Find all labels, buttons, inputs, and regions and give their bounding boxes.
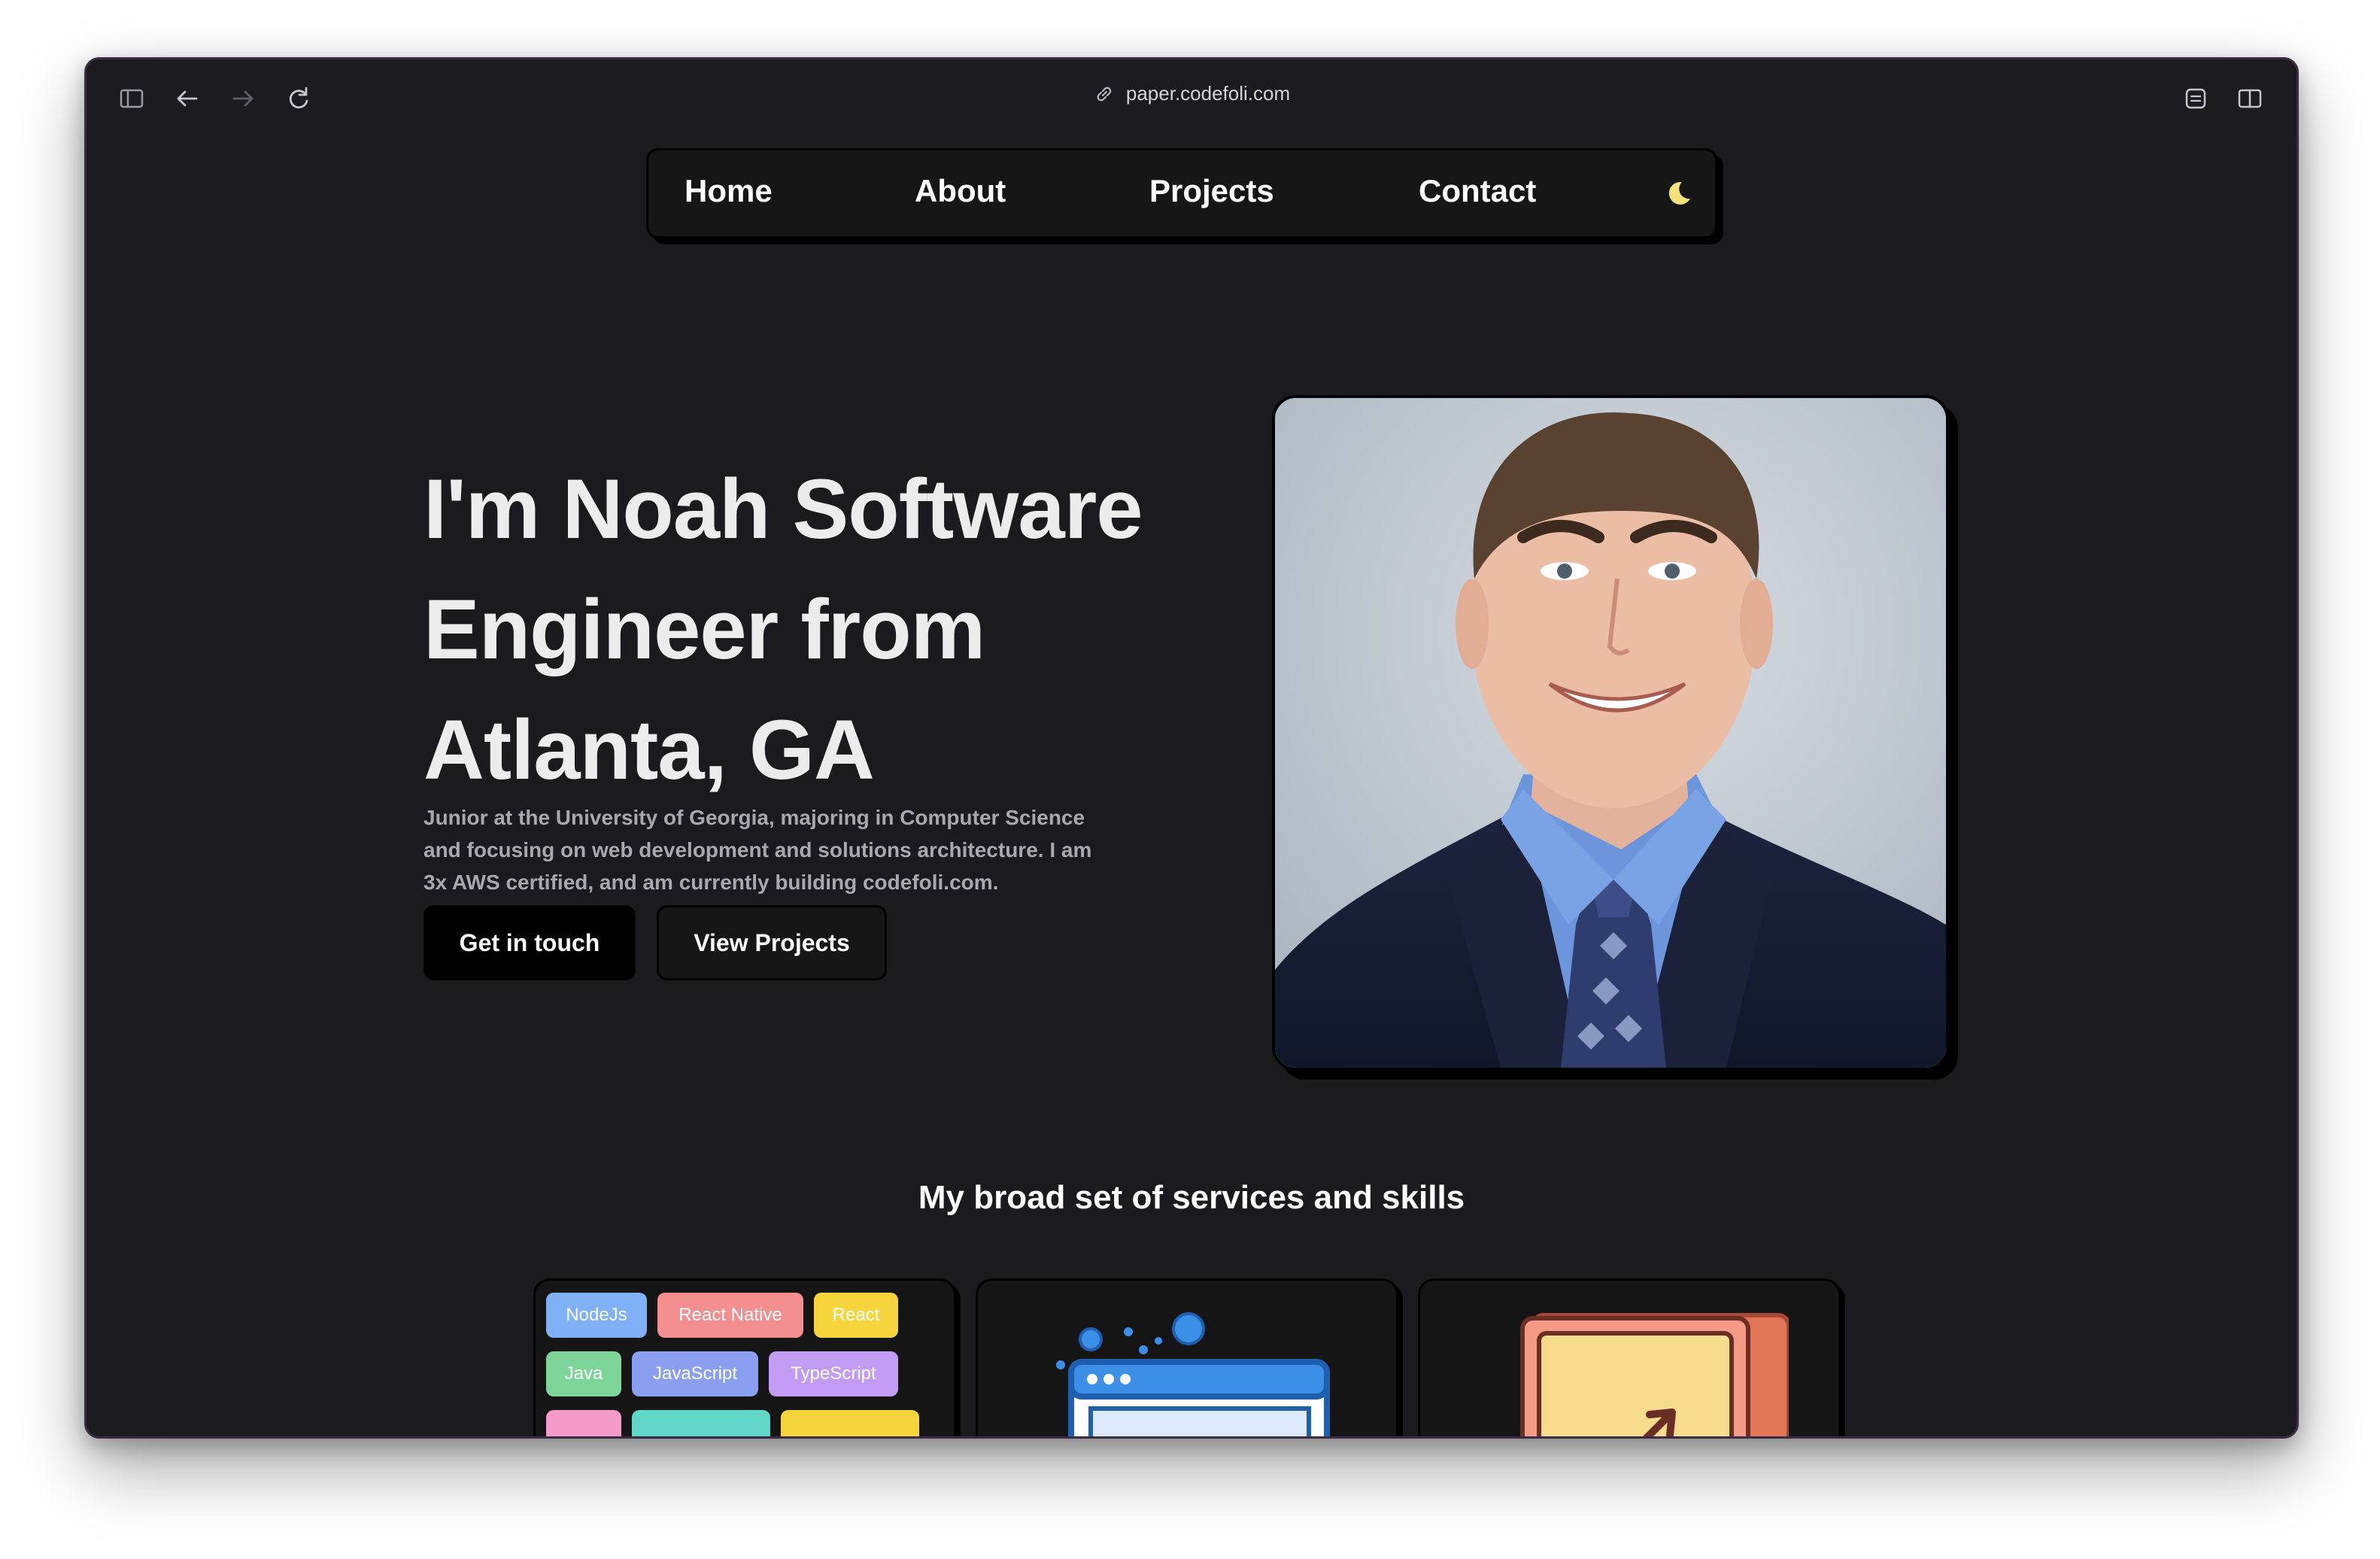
skill-chip: NodeJs xyxy=(546,1293,647,1338)
hero-description: Junior at the University of Georgia, maj… xyxy=(423,801,1146,898)
web-development-card[interactable] xyxy=(976,1278,1398,1436)
skill-chip: Java xyxy=(546,1351,621,1396)
skill-chip xyxy=(546,1410,621,1436)
browser-window: paper.codefoli.com Home About Projects C… xyxy=(84,57,2299,1439)
moon-icon[interactable] xyxy=(1664,179,1692,208)
nav-contact[interactable]: Contact xyxy=(1419,173,1536,209)
get-in-touch-button[interactable]: Get in touch xyxy=(423,905,636,980)
browser-toolbar: paper.codefoli.com xyxy=(87,59,2297,135)
back-arrow-icon[interactable] xyxy=(172,84,202,114)
hero-description-line: and focusing on web development and solu… xyxy=(423,838,1092,862)
skill-chip: React Native xyxy=(657,1293,803,1338)
hero-description-line: Junior at the University of Georgia, maj… xyxy=(423,806,1085,829)
link-icon xyxy=(1097,87,1112,101)
url-text: paper.codefoli.com xyxy=(1125,82,1291,105)
nav-about[interactable]: About xyxy=(915,173,1006,209)
hero-title: I'm Noah Software Engineer from Atlanta,… xyxy=(423,449,1251,810)
skills-card[interactable]: NodeJs React Native React Java JavaScrip… xyxy=(533,1278,956,1436)
reload-icon[interactable] xyxy=(284,84,314,114)
address-bar[interactable]: paper.codefoli.com xyxy=(1093,82,1290,105)
forward-arrow-icon[interactable] xyxy=(228,84,258,114)
hero-title-line: Engineer from xyxy=(423,582,985,676)
nav-projects[interactable]: Projects xyxy=(1149,173,1274,209)
split-view-icon[interactable] xyxy=(2235,84,2265,114)
nav-home[interactable]: Home xyxy=(685,173,773,209)
extension-icon[interactable] xyxy=(2181,84,2211,114)
skill-chip xyxy=(781,1410,919,1436)
view-projects-button[interactable]: View Projects xyxy=(657,905,887,980)
profile-photo xyxy=(1272,395,1949,1071)
hero-title-line: I'm Noah Software xyxy=(423,462,1143,556)
hero-title-line: Atlanta, GA xyxy=(423,703,875,797)
sidebar-toggle-icon[interactable] xyxy=(117,84,147,114)
skill-chip: React xyxy=(814,1293,898,1338)
growth-chart-illustration-icon xyxy=(1520,1313,1789,1436)
design-card[interactable] xyxy=(1418,1278,1841,1436)
skill-chip xyxy=(632,1410,770,1436)
skill-chip: JavaScript xyxy=(632,1351,758,1396)
skill-chip: TypeScript xyxy=(769,1351,898,1396)
browser-window-illustration-icon xyxy=(1056,1312,1330,1436)
services-title: My broad set of services and skills xyxy=(918,1179,1465,1216)
main-nav: Home About Projects Contact xyxy=(646,148,1717,239)
hero-description-line: 3x AWS certified, and am currently build… xyxy=(423,871,999,894)
